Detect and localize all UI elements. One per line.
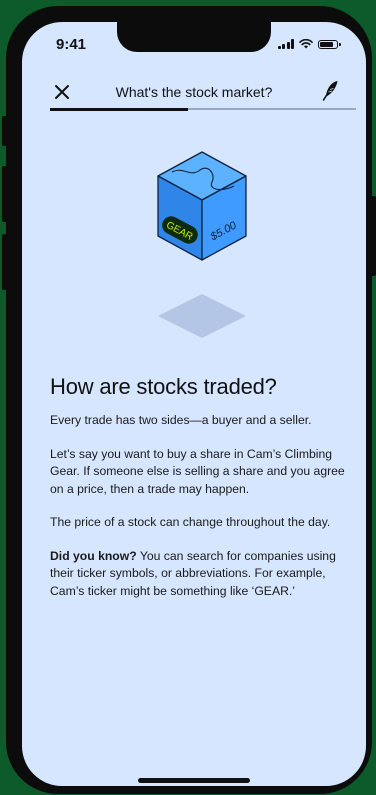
volume-down-button <box>2 234 8 290</box>
lesson-progress-fill <box>50 107 188 111</box>
page-title: What's the stock market? <box>115 84 273 100</box>
power-button <box>370 196 376 276</box>
notch <box>117 22 271 52</box>
status-icons <box>277 39 341 49</box>
lesson-progress-bar <box>50 107 356 111</box>
cellular-signal-icon <box>277 39 294 49</box>
app-screen: 9:41 What's the stock market? GEAR $5.00… <box>22 22 366 786</box>
status-time: 9:41 <box>56 36 87 53</box>
paragraph-price-change: The price of a stock can change througho… <box>50 515 331 529</box>
feather-icon[interactable] <box>320 79 342 103</box>
lesson-body: Every trade has two sides—a buyer and a … <box>50 412 350 616</box>
stock-cube-illustration: GEAR $5.00 <box>157 151 247 338</box>
battery-icon <box>318 39 341 49</box>
phone-frame: 9:41 What's the stock market? GEAR $5.00… <box>2 6 376 794</box>
paragraph-trade-sides: Every trade has two sides—a buyer and a … <box>50 413 312 427</box>
did-you-know-label: Did you know? <box>50 548 137 563</box>
paragraph-example: Let’s say you want to buy a share in Cam… <box>50 446 345 496</box>
paragraph-did-you-know: Did you know? You can search for compani… <box>50 548 350 601</box>
cube-shadow <box>158 294 246 338</box>
home-indicator[interactable] <box>138 778 250 783</box>
wifi-icon <box>299 39 313 49</box>
mute-switch <box>2 116 8 146</box>
section-heading: How are stocks traded? <box>50 374 277 399</box>
volume-up-button <box>2 166 8 222</box>
